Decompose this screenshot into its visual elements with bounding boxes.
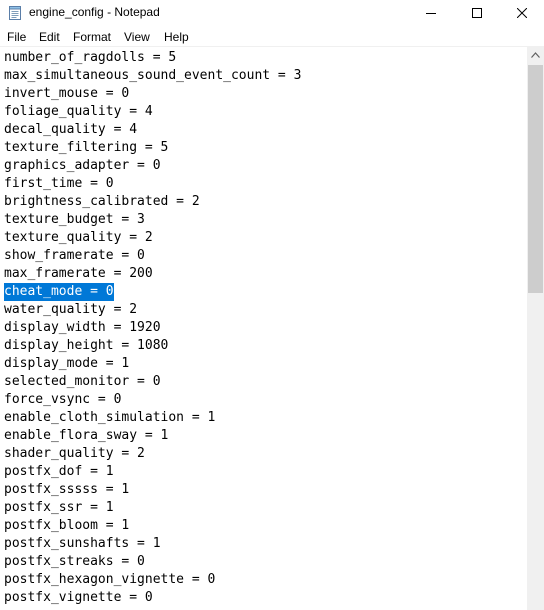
text-line[interactable]: display_height = 1080 xyxy=(4,337,168,355)
text-line[interactable]: texture_budget = 3 xyxy=(4,211,145,229)
text-line[interactable]: postfx_hexagon_vignette = 0 xyxy=(4,571,215,589)
text-line[interactable]: texture_quality = 2 xyxy=(4,229,153,247)
text-line[interactable]: selected_monitor = 0 xyxy=(4,373,161,391)
text-line[interactable]: postfx_sssss = 1 xyxy=(4,481,129,499)
title-bar[interactable]: engine_config - Notepad xyxy=(0,0,544,27)
text-line[interactable]: postfx_dof = 1 xyxy=(4,463,114,481)
menu-edit[interactable]: Edit xyxy=(39,30,60,44)
text-line[interactable]: enable_cloth_simulation = 1 xyxy=(4,409,215,427)
text-line[interactable]: postfx_streaks = 0 xyxy=(4,553,145,571)
text-line[interactable]: foliage_quality = 4 xyxy=(4,103,153,121)
text-line[interactable]: postfx_vignette = 0 xyxy=(4,589,153,607)
text-line[interactable]: water_quality = 2 xyxy=(4,301,137,319)
text-line[interactable]: graphics_adapter = 0 xyxy=(4,157,161,175)
text-line[interactable]: invert_mouse = 0 xyxy=(4,85,129,103)
menu-format[interactable]: Format xyxy=(73,30,111,44)
menu-file[interactable]: File xyxy=(7,30,26,44)
text-line[interactable]: texture_filtering = 5 xyxy=(4,139,168,157)
text-line[interactable]: postfx_bloom = 1 xyxy=(4,517,129,535)
scrollbar-thumb[interactable] xyxy=(528,65,543,293)
maximize-button[interactable] xyxy=(454,0,500,27)
text-line[interactable]: shader_quality = 2 xyxy=(4,445,145,463)
scroll-up-button[interactable] xyxy=(527,47,544,64)
text-editor[interactable]: number_of_ragdolls = 5 max_simultaneous_s… xyxy=(0,47,527,610)
chevron-up-icon xyxy=(531,52,540,58)
text-line[interactable]: postfx_sunshafts = 1 xyxy=(4,535,161,553)
maximize-icon xyxy=(472,8,482,18)
text-line[interactable]: max_simultaneous_sound_event_count = 3 xyxy=(4,67,301,85)
text-line[interactable]: first_time = 0 xyxy=(4,175,114,193)
notepad-icon[interactable] xyxy=(9,5,21,20)
menu-bar: File Edit Format View Help xyxy=(0,27,544,46)
notepad-window: engine_config - Notepad File Edit Format… xyxy=(0,0,544,610)
text-line[interactable]: enable_flora_sway = 1 xyxy=(4,427,168,445)
close-icon xyxy=(517,8,527,18)
close-button[interactable] xyxy=(499,0,544,27)
text-line[interactable]: brightness_calibrated = 2 xyxy=(4,193,200,211)
window-title: engine_config - Notepad xyxy=(29,5,160,19)
menu-view[interactable]: View xyxy=(124,30,150,44)
text-line[interactable]: postfx_ssr = 1 xyxy=(4,499,114,517)
menu-help[interactable]: Help xyxy=(164,30,189,44)
minimize-icon xyxy=(426,13,436,14)
text-line[interactable]: display_mode = 1 xyxy=(4,355,129,373)
text-line[interactable]: force_vsync = 0 xyxy=(4,391,121,409)
text-line[interactable]: max_framerate = 200 xyxy=(4,265,153,283)
minimize-button[interactable] xyxy=(408,0,454,27)
text-line[interactable]: decal_quality = 4 xyxy=(4,121,137,139)
text-line[interactable]: display_width = 1920 xyxy=(4,319,161,337)
vertical-scrollbar[interactable] xyxy=(527,47,544,610)
text-line[interactable]: show_framerate = 0 xyxy=(4,247,145,265)
selected-text-line[interactable]: cheat_mode = 0 xyxy=(4,283,114,301)
text-line[interactable]: number_of_ragdolls = 5 xyxy=(4,49,176,67)
